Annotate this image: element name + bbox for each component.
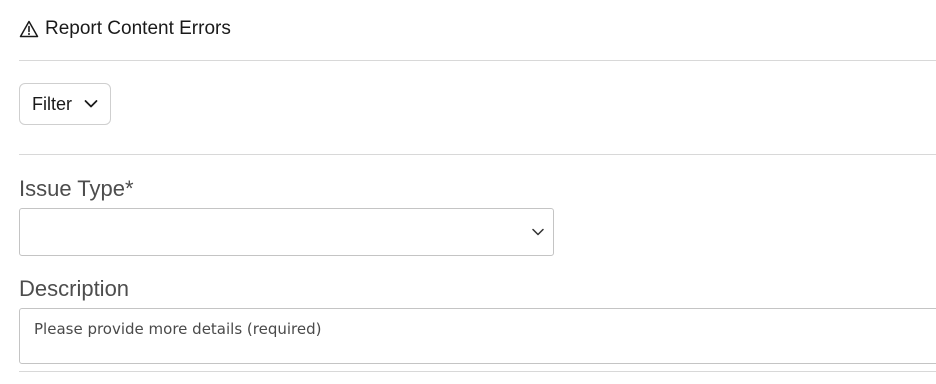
issue-type-select[interactable]: [19, 208, 554, 256]
panel-header: Report Content Errors: [19, 18, 231, 40]
divider: [19, 371, 936, 372]
description-placeholder: Please provide more details (required): [34, 320, 322, 338]
filter-label: Filter: [32, 93, 72, 114]
report-content-errors-panel: Report Content Errors Filter Issue Type*…: [0, 0, 936, 384]
chevron-down-icon: [532, 228, 544, 236]
divider: [19, 60, 936, 61]
description-textarea[interactable]: Please provide more details (required): [19, 308, 936, 364]
issue-type-label: Issue Type*: [19, 176, 134, 201]
divider: [19, 154, 936, 155]
filter-button[interactable]: Filter: [19, 83, 111, 125]
chevron-down-icon: [84, 99, 98, 109]
panel-title: Report Content Errors: [45, 18, 231, 39]
warning-triangle-icon: [19, 19, 39, 39]
description-label: Description: [19, 276, 130, 301]
